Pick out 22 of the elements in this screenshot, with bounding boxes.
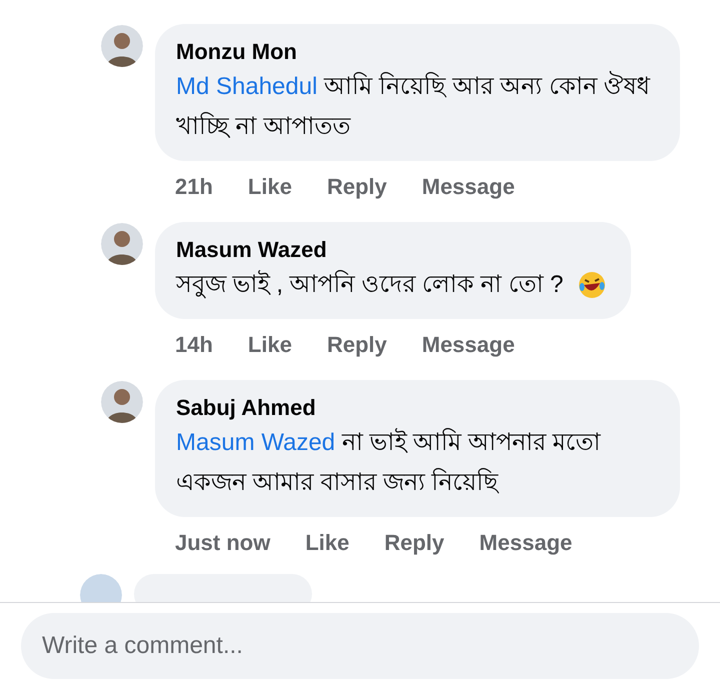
- author-name[interactable]: Sabuj Ahmed: [176, 393, 656, 423]
- comment-action[interactable]: Like: [305, 527, 350, 559]
- author-name[interactable]: Masum Wazed: [176, 235, 608, 265]
- mention-link[interactable]: Md Shahedul: [176, 73, 318, 100]
- laughing-emoji-icon: [577, 270, 608, 300]
- comment-action[interactable]: Message: [422, 171, 515, 203]
- author-name[interactable]: Monzu Mon: [176, 37, 656, 67]
- comment-text: সবুজ ভাই , আপনি ওদের লোক না তো ?: [176, 269, 564, 300]
- comment-action[interactable]: Like: [248, 329, 292, 361]
- comment-time: 14h: [175, 331, 213, 359]
- mention-link[interactable]: Masum Wazed: [176, 429, 336, 456]
- comment-action[interactable]: Reply: [384, 527, 444, 559]
- comment-field[interactable]: Write a comment...: [21, 613, 699, 679]
- comment-action[interactable]: Reply: [326, 171, 387, 203]
- comment-action[interactable]: Like: [248, 171, 292, 203]
- comment-action[interactable]: Message: [422, 329, 515, 361]
- comment-text: Masum Wazed না ভাই আমি আপনার মতো একজন আমার বাসার জন্য নিয়েছি: [176, 427, 602, 498]
- comment-action[interactable]: Message: [479, 527, 572, 559]
- comment-text: Md Shahedul আমি নিয়েছি আর অন্য কোন ঔষধ খাচ্ছি না আপাতত: [176, 70, 652, 142]
- comment-time: 21h: [175, 173, 213, 201]
- comment-time: Just now: [175, 529, 270, 557]
- comment-action[interactable]: Reply: [326, 329, 387, 361]
